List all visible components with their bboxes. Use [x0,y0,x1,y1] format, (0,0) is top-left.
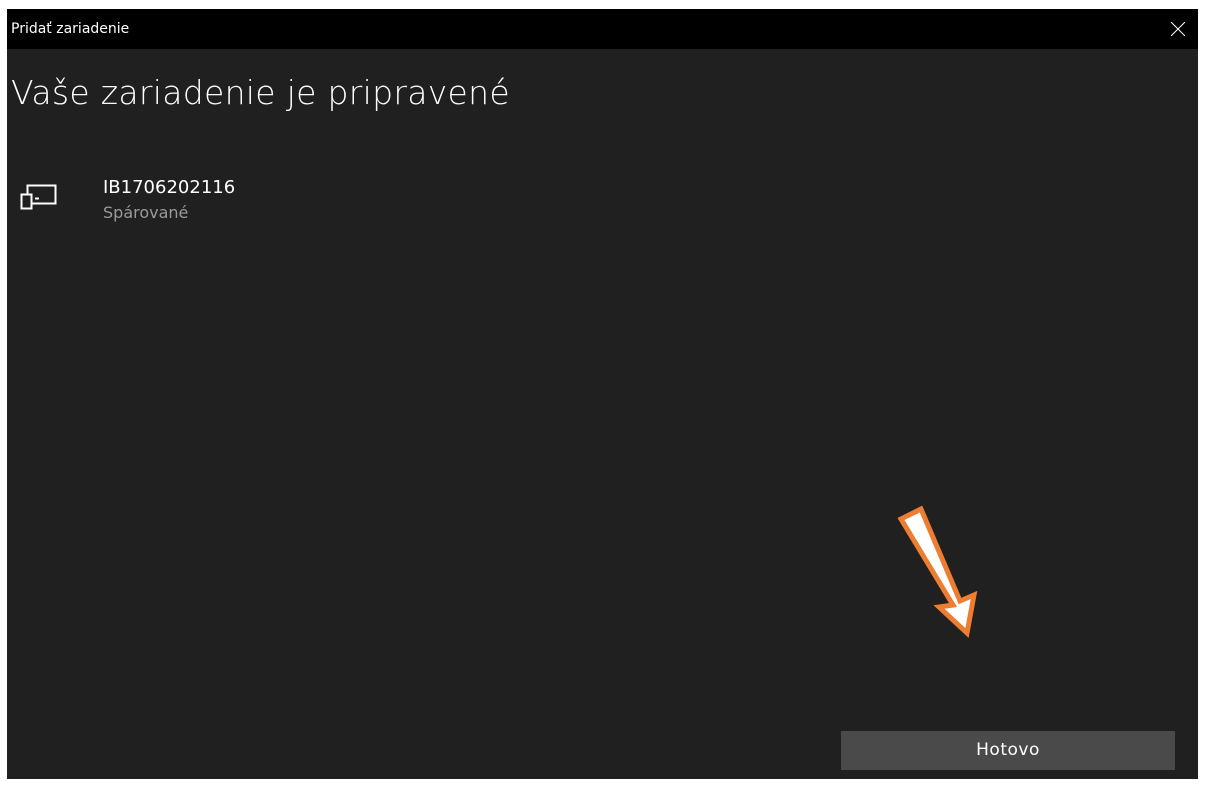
device-name: IB1706202116 [103,177,236,198]
add-device-dialog: Pridať zariadenie Vaše zariadenie je pri… [7,9,1198,779]
device-status: Spárované [103,203,189,222]
close-button[interactable] [1158,9,1198,49]
close-icon [1171,22,1185,36]
arrow-down-right-icon [897,505,978,638]
page-title: Vaše zariadenie je pripravené [11,73,510,112]
window-title: Pridať zariadenie [11,21,130,37]
done-button[interactable]: Hotovo [841,731,1175,770]
devices-icon [20,184,57,210]
title-bar: Pridať zariadenie [7,9,1198,49]
device-list-item[interactable]: IB1706202116 Spárované [7,177,507,237]
